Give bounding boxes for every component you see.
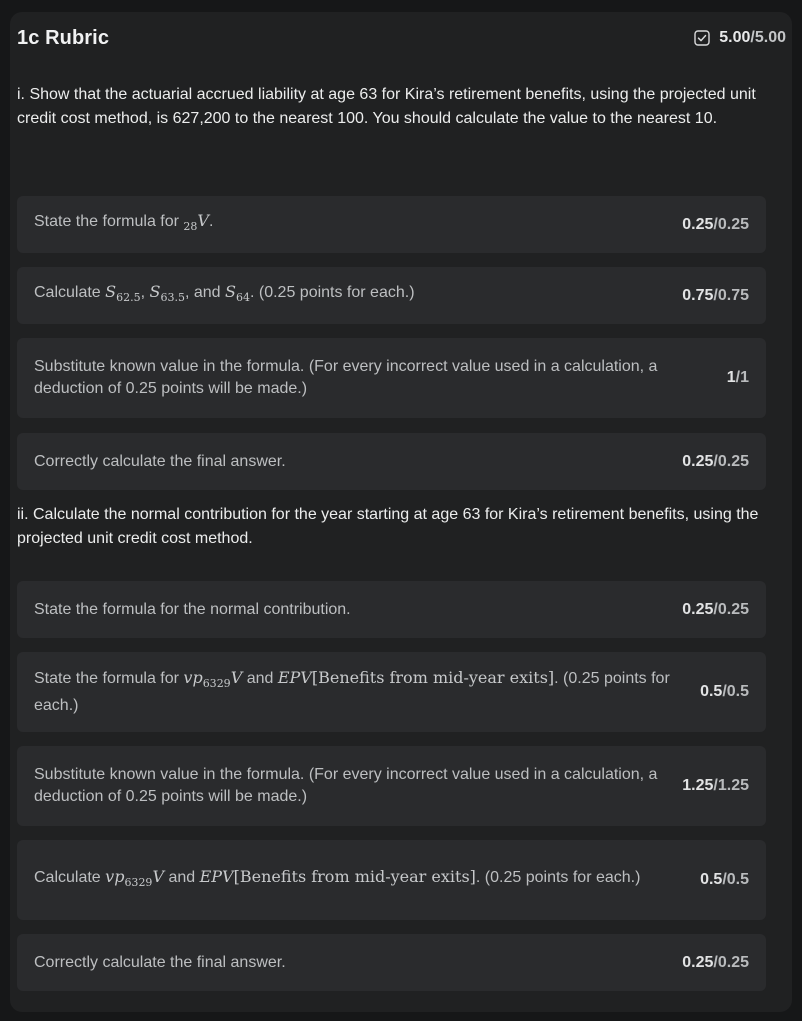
criterion-card: Substitute known value in the formula. (… [17,338,766,418]
criterion-text: Calculate vp6329V and EPV[Benefits from … [34,866,641,890]
criterion-score: 0.25/0.25 [682,452,749,470]
criterion-score: 0.25/0.25 [682,953,749,971]
question-ii-text: ii. Calculate the normal contribution fo… [17,506,759,547]
criterion-card: Correctly calculate the final answer. 0.… [17,433,766,490]
criterion-score: 0.5/0.5 [700,683,749,700]
criterion-score: 0.75/0.75 [682,286,749,304]
criterion-text: State the formula for vp6329V and EPV[Be… [34,667,670,715]
criterion-card: State the formula for 28V. 0.25/0.25 [17,196,766,253]
checkbox-checked-icon [694,30,710,46]
criterion-card: State the formula for the normal contrib… [17,581,766,638]
criterion-card: Correctly calculate the final answer. 0.… [17,934,766,991]
question-i-text: i. Show that the actuarial accrued liabi… [17,86,756,127]
math-S62-5: S62.5 [105,282,141,305]
math-vp63-29V: vp6329V [183,667,243,691]
math-epv: EPV[Benefits from mid-year exits] [277,667,555,687]
criterion-score: 1/1 [726,369,749,386]
criterion-text: Calculate S62.5, S63.5, and S64. (0.25 p… [34,282,415,305]
criterion-text: Correctly calculate the final answer. [34,452,286,470]
rubric-title: 1c Rubric [17,26,110,49]
criterion-score: 0.25/0.25 [682,600,749,618]
total-score-value: 5.00 [719,29,751,46]
criterion-score: 0.5/0.5 [700,871,749,888]
math-28V: 28V [183,211,209,234]
criterion-card: Substitute known value in the formula. (… [17,746,766,826]
criterion-text: State the formula for the normal contrib… [34,600,351,618]
math-vp63-29V: vp6329V [105,866,164,890]
rubric-header: 1c Rubric 5.00/5.00 [17,24,786,52]
criterion-card: Calculate S62.5, S63.5, and S64. (0.25 p… [17,267,766,324]
criterion-score: 1.25/1.25 [682,777,749,794]
math-S63-5: S63.5 [149,282,185,305]
total-score-max: /5.00 [750,29,786,46]
math-epv: EPV[Benefits from mid-year exits] [199,866,476,886]
math-S64: S64 [225,282,250,305]
criterion-text: State the formula for 28V. [34,211,214,234]
total-score: 5.00/5.00 [694,29,786,47]
criterion-text: Correctly calculate the final answer. [34,953,286,971]
criterion-card: Calculate vp6329V and EPV[Benefits from … [17,840,766,920]
criterion-score: 0.25/0.25 [682,215,749,233]
criterion-text: Substitute known value in the formula. (… [34,766,658,805]
criterion-text: Substitute known value in the formula. (… [34,358,658,397]
criterion-card: State the formula for vp6329V and EPV[Be… [17,652,766,732]
